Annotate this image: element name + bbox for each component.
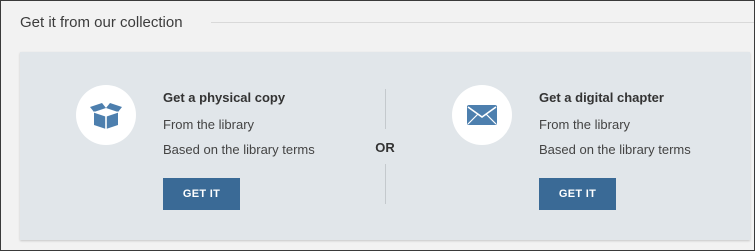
physical-copy-terms: Based on the library terms: [163, 142, 315, 157]
or-divider-line-top: [385, 89, 386, 129]
section-title: Get it from our collection: [20, 13, 183, 31]
section-divider: [210, 21, 754, 23]
collection-frame: Get it from our collection Get a physica…: [0, 0, 755, 251]
physical-copy-source: From the library: [163, 117, 255, 132]
delivery-options-panel: Get a physical copy From the library Bas…: [20, 52, 750, 240]
digital-chapter-icon-circle: [452, 85, 512, 145]
digital-chapter-source: From the library: [539, 117, 631, 132]
digital-chapter-option: Get a digital chapter From the library B…: [395, 52, 750, 240]
envelope-icon: [467, 105, 497, 125]
or-divider-line-bottom: [385, 164, 386, 204]
get-digital-chapter-button[interactable]: GET IT: [539, 178, 616, 210]
physical-copy-icon-circle: [76, 85, 136, 145]
package-icon: [90, 103, 122, 129]
physical-copy-option: Get a physical copy From the library Bas…: [20, 52, 380, 240]
get-physical-copy-button[interactable]: GET IT: [163, 178, 240, 210]
digital-chapter-terms: Based on the library terms: [539, 142, 691, 157]
digital-chapter-title: Get a digital chapter: [539, 90, 664, 105]
physical-copy-title: Get a physical copy: [163, 90, 286, 105]
section-header: Get it from our collection: [20, 10, 754, 34]
